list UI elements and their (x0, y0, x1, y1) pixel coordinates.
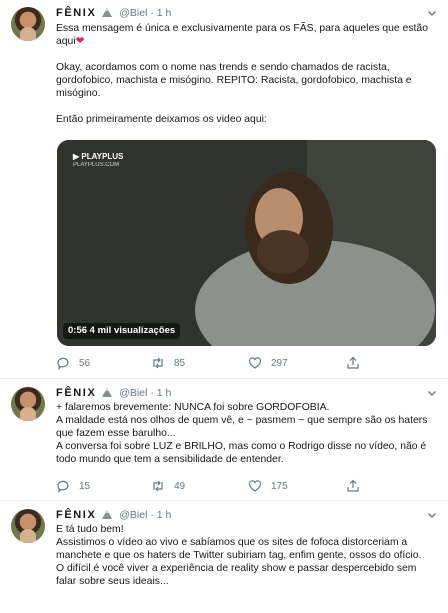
tweet-1[interactable]: FÊNIX @Biel · 1 h Essa mensagem é única … (0, 0, 448, 383)
display-name[interactable]: FÊNIX (56, 509, 96, 521)
tweet-line: + falaremos brevemente: NUNCA foi sobre … (56, 402, 330, 413)
tweet-text: E tá tudo bem! Assistimos o vídeo ao viv… (56, 523, 438, 588)
tweet-line: Então primeiramente deixamos os video aq… (56, 114, 267, 125)
reply-button[interactable]: 56 (56, 356, 90, 370)
video-player[interactable]: ▶ PLAYPLUS PLAYPLUS.COM 0:56 4 mil visua… (57, 140, 436, 346)
like-button[interactable]: 175 (248, 479, 288, 493)
tweet-line: Okay, acordamos com o nome nas trends e … (56, 62, 412, 99)
handle[interactable]: @Biel (119, 509, 147, 521)
reply-count: 56 (79, 357, 91, 369)
share-icon (347, 479, 359, 492)
tweet-line: O difícil é você viver a experiência de … (56, 563, 417, 587)
reply-icon (57, 357, 69, 370)
retweet-button[interactable]: 85 (151, 356, 185, 370)
tweet-header: FÊNIX @Biel · 1 h (56, 386, 171, 400)
separator-dot: · (150, 387, 154, 399)
avatar[interactable] (11, 387, 45, 421)
handle[interactable]: @Biel (119, 7, 147, 19)
tweet-2[interactable]: FÊNIX @Biel · 1 h + falaremos brevemente… (0, 379, 448, 494)
share-button[interactable] (346, 356, 369, 370)
chevron-down-icon[interactable] (426, 7, 438, 19)
display-name[interactable]: FÊNIX (56, 7, 96, 19)
video-thumbnail (57, 140, 436, 346)
tweet-actions: 15 49 175 (56, 479, 436, 495)
tweet-3[interactable]: FÊNIX @Biel · 1 h E tá tudo bem! Assisti… (0, 501, 448, 613)
like-count: 297 (271, 357, 288, 369)
share-button[interactable] (346, 479, 369, 493)
retweet-icon (153, 357, 163, 369)
badge-icon (102, 509, 113, 519)
chevron-down-icon[interactable] (426, 387, 438, 399)
heart-icon (248, 480, 262, 492)
retweet-button[interactable]: 49 (151, 479, 185, 493)
display-name[interactable]: FÊNIX (56, 387, 96, 399)
chevron-down-icon[interactable] (426, 509, 438, 521)
share-icon (347, 356, 359, 369)
timestamp[interactable]: 1 h (157, 387, 172, 399)
tweet-text: Essa mensagem é única e exclusivamente p… (56, 22, 438, 126)
tweet-line: E tá tudo bem! (56, 524, 124, 535)
video-logo: ▶ PLAYPLUS PLAYPLUS.COM (73, 152, 124, 168)
like-count: 175 (271, 480, 288, 492)
reply-count: 15 (79, 480, 91, 492)
separator-dot: · (150, 7, 154, 19)
play-icon: ▶ (73, 152, 80, 161)
tweet-line: Essa mensagem é única e exclusivamente p… (56, 23, 428, 47)
heart-emoji: ❤ (75, 36, 85, 47)
avatar[interactable] (11, 509, 45, 543)
retweet-count: 85 (174, 357, 186, 369)
tweet-header: FÊNIX @Biel · 1 h (56, 508, 171, 522)
video-duration-views: 0:56 4 mil visualizações (63, 323, 181, 339)
timestamp[interactable]: 1 h (157, 509, 172, 521)
tweet-actions: 56 85 297 (56, 356, 436, 372)
tweet-header: FÊNIX @Biel · 1 h (56, 6, 171, 20)
reply-button[interactable]: 15 (56, 479, 90, 493)
tweet-line: A conversa foi sobre LUZ e BRILHO, mas c… (56, 441, 427, 465)
tweet-line: A maldade está nos olhos de quem vê, e ~… (56, 415, 428, 439)
separator-dot: · (150, 509, 154, 521)
retweet-icon (153, 480, 163, 492)
heart-icon (248, 357, 262, 369)
avatar[interactable] (11, 7, 45, 41)
reply-icon (57, 480, 69, 493)
handle[interactable]: @Biel (119, 387, 147, 399)
retweet-count: 49 (174, 480, 186, 492)
timestamp[interactable]: 1 h (157, 7, 172, 19)
badge-icon (102, 387, 113, 397)
tweet-text: + falaremos brevemente: NUNCA foi sobre … (56, 401, 438, 466)
like-button[interactable]: 297 (248, 356, 288, 370)
tweet-line: Assistimos o vídeo ao vivo e sabíamos qu… (56, 537, 422, 561)
badge-icon (102, 7, 113, 17)
